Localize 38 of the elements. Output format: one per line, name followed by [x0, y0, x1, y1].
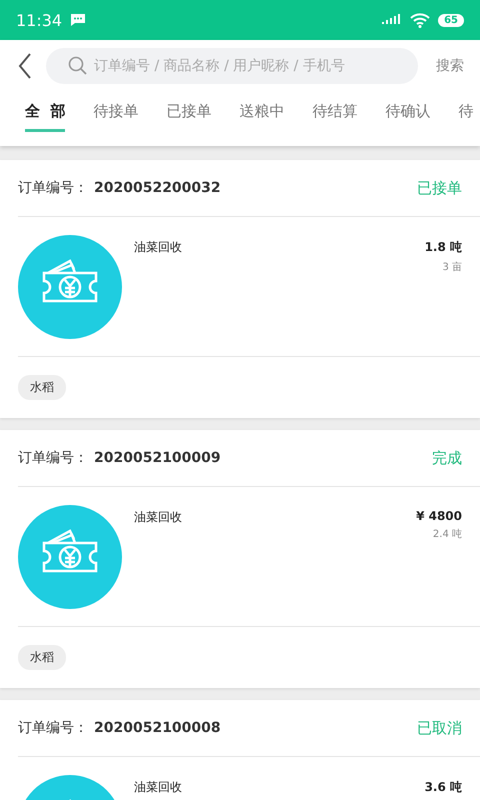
tab[interactable]: 全 部 [25, 102, 66, 132]
clock-time: 11:34 [16, 10, 62, 30]
product-name: 油菜回收 [134, 239, 182, 256]
order-card[interactable]: 订单编号： 2020052100008 已取消 油菜回收 3.6 吨 [0, 700, 480, 800]
back-icon[interactable] [18, 53, 32, 79]
order-status: 已接单 [417, 178, 462, 198]
order-number-label: 订单编号： [18, 719, 88, 737]
search-field[interactable]: 订单编号 / 商品名称 / 用户昵称 / 手机号 [46, 48, 418, 84]
search-icon [68, 56, 88, 76]
crop-tag: 水稻 [18, 645, 66, 670]
order-detail: 2.4 吨 [432, 528, 462, 541]
order-card[interactable]: 订单编号： 2020052200032 已接单 油菜回收 1.8 吨 3 亩 水稻 [0, 160, 480, 418]
search-button[interactable]: 搜索 [432, 57, 464, 75]
tab[interactable]: 已接单 [166, 102, 212, 132]
order-amount: 1.8 吨 [424, 239, 462, 256]
order-number-label: 订单编号： [18, 179, 88, 197]
order-status: 已取消 [417, 718, 462, 738]
order-detail: 3 亩 [442, 260, 462, 274]
order-amount: ¥ 4800 [416, 509, 462, 523]
order-number: 2020052100009 [94, 450, 221, 466]
tab[interactable]: 待结算 [312, 102, 358, 132]
tab[interactable]: 待 [458, 102, 474, 132]
product-name: 油菜回收 [134, 509, 182, 526]
product-name: 油菜回收 [134, 779, 182, 796]
order-amount: 3.6 吨 [424, 779, 462, 796]
order-card[interactable]: 订单编号： 2020052100009 完成 油菜回收 ¥ 4800 2.4 吨 水稻 [0, 430, 480, 688]
message-icon [70, 13, 86, 27]
crop-tag: 水稻 [18, 375, 66, 400]
tab[interactable]: 送粮中 [239, 102, 284, 132]
order-status: 完成 [432, 448, 462, 468]
wifi-icon [410, 12, 430, 28]
tab[interactable]: 待确认 [385, 102, 430, 132]
battery-level: 65 [438, 14, 464, 26]
signal-icon [382, 14, 402, 26]
order-number-label: 订单编号： [18, 449, 88, 467]
tab[interactable]: 待接单 [93, 102, 138, 132]
order-number: 2020052200032 [94, 180, 221, 196]
order-number: 2020052100008 [94, 720, 221, 736]
